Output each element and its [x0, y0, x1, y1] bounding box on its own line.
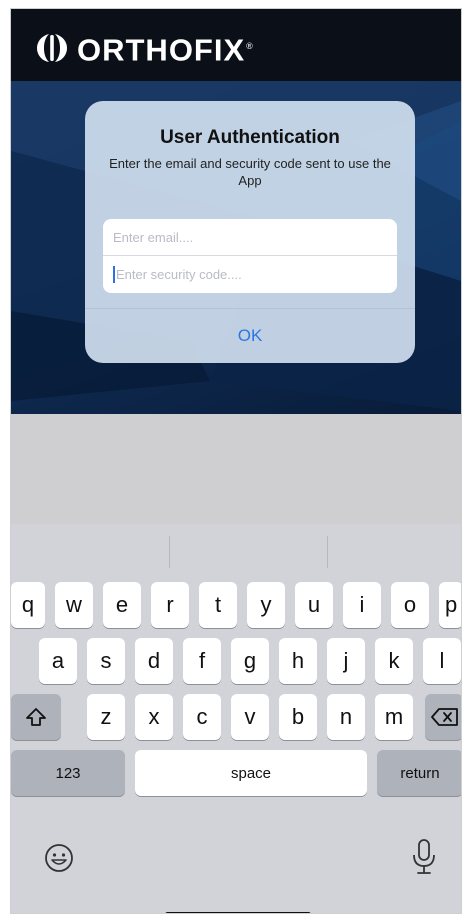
- suggestion-divider: [327, 536, 328, 568]
- key-x[interactable]: x: [135, 694, 173, 740]
- suggestion-bar: [11, 524, 461, 582]
- key-y[interactable]: y: [247, 582, 285, 628]
- key-q[interactable]: q: [11, 582, 45, 628]
- delete-key[interactable]: [425, 694, 461, 740]
- key-b[interactable]: b: [279, 694, 317, 740]
- key-i[interactable]: i: [343, 582, 381, 628]
- key-t[interactable]: t: [199, 582, 237, 628]
- key-n[interactable]: n: [327, 694, 365, 740]
- shift-key[interactable]: [11, 694, 61, 740]
- key-z[interactable]: z: [87, 694, 125, 740]
- email-field[interactable]: Enter email....: [103, 219, 397, 256]
- brand-name: ORTHOFIX®: [77, 32, 254, 68]
- phone-screen: ORTHOFIX® User Authentication Enter the …: [10, 8, 462, 914]
- home-indicator: [165, 912, 311, 913]
- authentication-dialog: User Authentication Enter the email and …: [85, 101, 415, 363]
- key-v[interactable]: v: [231, 694, 269, 740]
- brand-logo: ORTHOFIX®: [35, 29, 254, 67]
- key-a[interactable]: a: [39, 638, 77, 684]
- return-key[interactable]: return: [377, 750, 461, 796]
- app-header: ORTHOFIX®: [11, 9, 461, 81]
- emoji-icon[interactable]: [43, 842, 75, 874]
- key-c[interactable]: c: [183, 694, 221, 740]
- security-code-field[interactable]: Enter security code....: [103, 256, 397, 293]
- key-g[interactable]: g: [231, 638, 269, 684]
- key-e[interactable]: e: [103, 582, 141, 628]
- key-j[interactable]: j: [327, 638, 365, 684]
- key-s[interactable]: s: [87, 638, 125, 684]
- key-l[interactable]: l: [423, 638, 461, 684]
- key-p[interactable]: p: [439, 582, 461, 628]
- security-code-placeholder: Enter security code....: [116, 267, 242, 282]
- dialog-message: Enter the email and security code sent t…: [109, 156, 391, 188]
- keyboard-top-panel: [11, 414, 461, 524]
- key-w[interactable]: w: [55, 582, 93, 628]
- key-k[interactable]: k: [375, 638, 413, 684]
- numbers-key[interactable]: 123: [11, 750, 125, 796]
- backspace-icon: [431, 708, 458, 726]
- key-r[interactable]: r: [151, 582, 189, 628]
- key-h[interactable]: h: [279, 638, 317, 684]
- key-u[interactable]: u: [295, 582, 333, 628]
- space-key[interactable]: space: [135, 750, 367, 796]
- key-m[interactable]: m: [375, 694, 413, 740]
- orthofix-logo-icon: [37, 34, 67, 63]
- microphone-icon[interactable]: [411, 838, 437, 876]
- ok-button[interactable]: OK: [85, 309, 415, 363]
- dialog-title: User Authentication: [160, 127, 340, 148]
- key-d[interactable]: d: [135, 638, 173, 684]
- text-cursor: [113, 266, 115, 283]
- suggestion-divider: [169, 536, 170, 568]
- input-group: Enter email.... Enter security code....: [103, 219, 397, 293]
- email-placeholder: Enter email....: [113, 229, 194, 245]
- shift-icon: [26, 708, 46, 726]
- key-f[interactable]: f: [183, 638, 221, 684]
- on-screen-keyboard: q w e r t y u i o p a s d f g h j k l z …: [11, 524, 461, 913]
- key-o[interactable]: o: [391, 582, 429, 628]
